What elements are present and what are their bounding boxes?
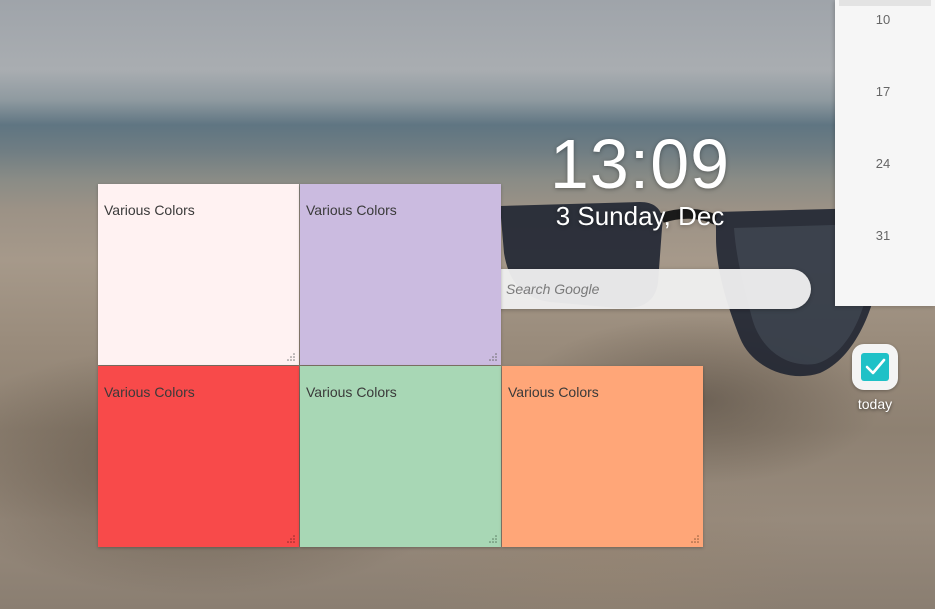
today-app-label: today (857, 396, 893, 412)
resize-grip-icon[interactable] (691, 535, 699, 543)
today-app-tile[interactable] (852, 344, 898, 390)
note-text[interactable]: Various Colors (306, 202, 397, 218)
google-search-bar[interactable] (451, 269, 811, 309)
search-input[interactable] (496, 269, 811, 309)
checkbox-check-icon (861, 353, 889, 381)
note-text[interactable]: Various Colors (306, 384, 397, 400)
clock-time: 13:09 (549, 125, 731, 203)
sticky-note[interactable]: Various Colors (300, 184, 501, 365)
clock-widget: 13:09 3 Sunday, Dec (520, 123, 760, 231)
sticky-note[interactable]: Various Colors (300, 366, 501, 547)
calendar-header-bar (839, 0, 931, 6)
note-text[interactable]: Various Colors (104, 202, 195, 218)
today-app-shortcut[interactable]: today (847, 344, 903, 412)
calendar-day[interactable]: 24 (835, 156, 931, 171)
resize-grip-icon[interactable] (287, 353, 295, 361)
calendar-day[interactable]: 17 (835, 84, 931, 99)
note-text[interactable]: Various Colors (104, 384, 195, 400)
clock-date: 3 Sunday, Dec (555, 201, 725, 231)
sticky-note[interactable]: Various Colors (502, 366, 703, 547)
sticky-note[interactable]: Various Colors (98, 366, 299, 547)
calendar-day[interactable]: 31 (835, 228, 931, 243)
resize-grip-icon[interactable] (287, 535, 295, 543)
note-text[interactable]: Various Colors (508, 384, 599, 400)
resize-grip-icon[interactable] (489, 535, 497, 543)
sticky-note[interactable]: Various Colors (98, 184, 299, 365)
calendar-day[interactable]: 10 (835, 12, 931, 27)
resize-grip-icon[interactable] (489, 353, 497, 361)
calendar-panel: 10 17 24 31 (835, 0, 935, 306)
